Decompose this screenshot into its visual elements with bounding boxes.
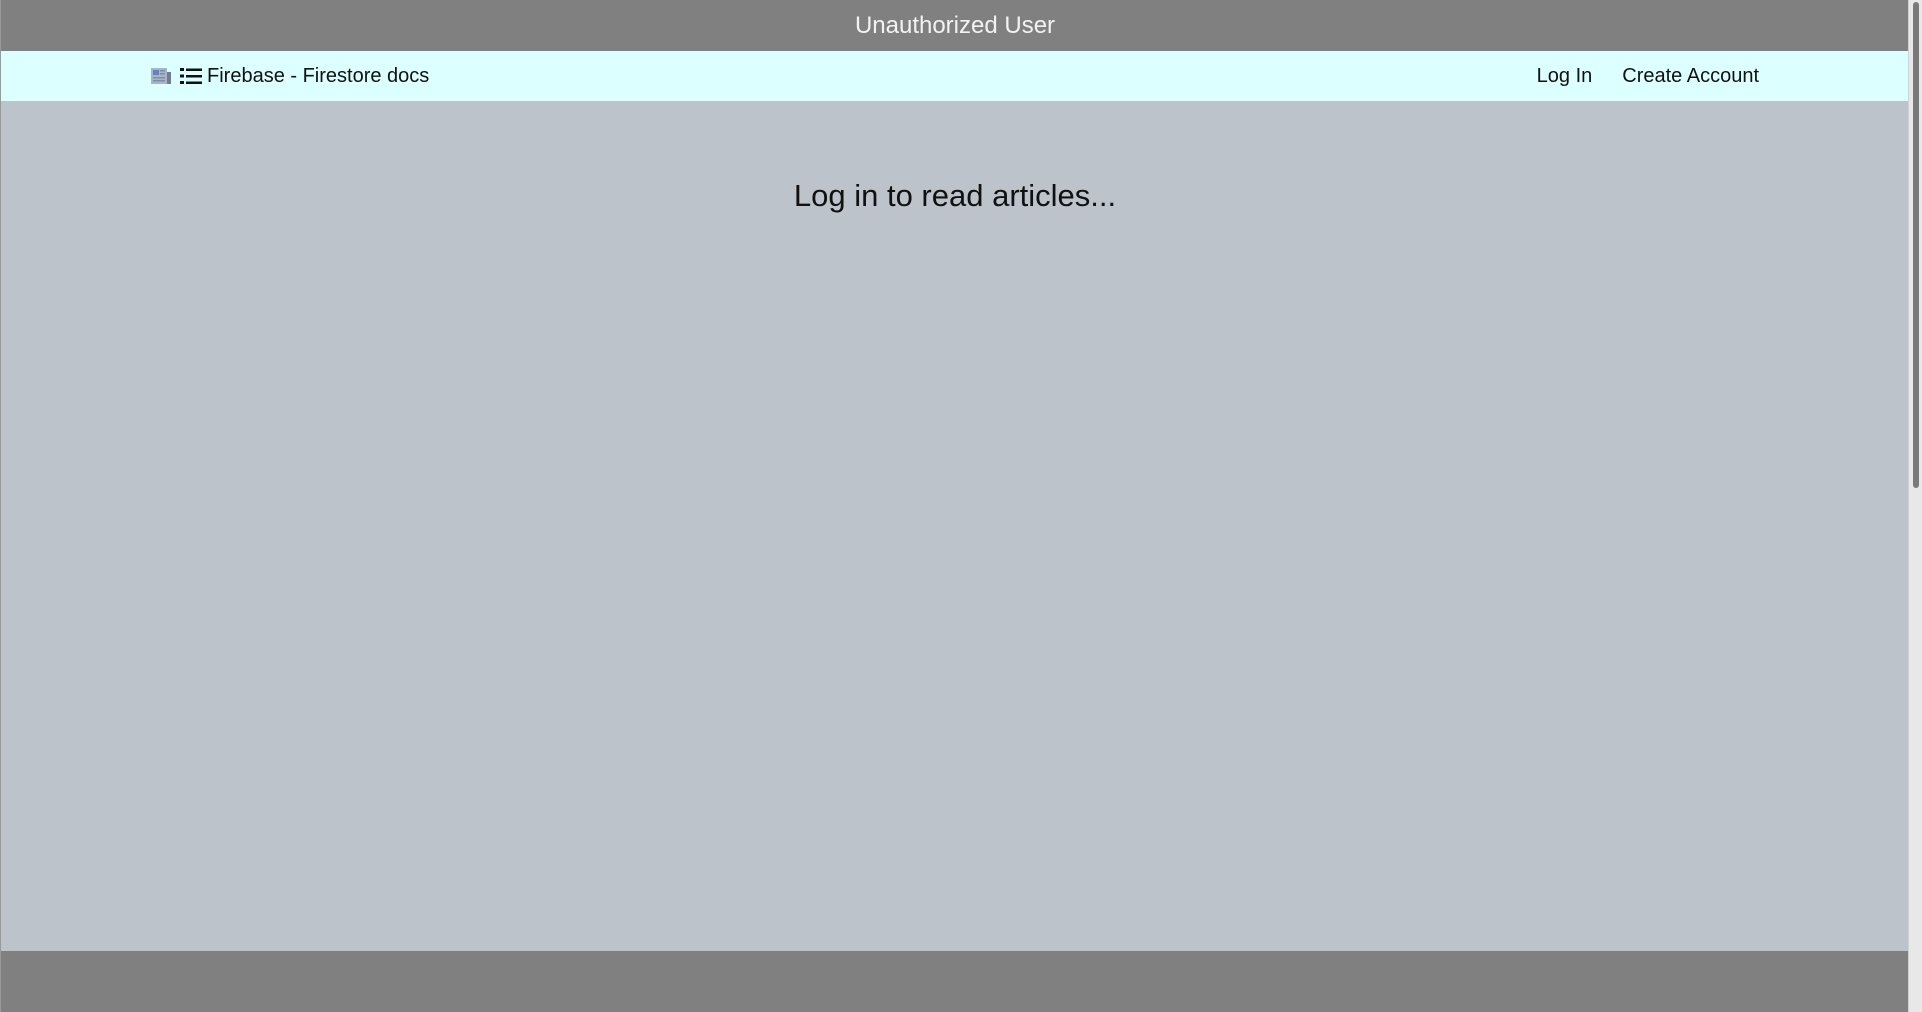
newspaper-icon <box>151 66 171 86</box>
login-link[interactable]: Log In <box>1537 65 1593 88</box>
create-account-link[interactable]: Create Account <box>1622 65 1759 88</box>
top-header: Unauthorized User <box>1 0 1909 51</box>
list-icon <box>180 67 202 85</box>
brand-label: Firebase - Firestore docs <box>207 64 430 87</box>
vertical-scrollbar[interactable] <box>1908 0 1922 1012</box>
login-prompt-message: Log in to read articles... <box>793 178 1117 213</box>
page: Unauthorized User Firebase - Firestore d… <box>0 0 1922 1012</box>
nav-links: Log In Create Account <box>1537 51 1759 101</box>
scrollbar-thumb[interactable] <box>1913 2 1919 488</box>
footer <box>1 951 1909 1012</box>
navbar: Firebase - Firestore docs Log In Create … <box>1 51 1909 101</box>
brand-link[interactable]: Firebase - Firestore docs <box>151 51 429 101</box>
header-title: Unauthorized User <box>854 11 1056 39</box>
